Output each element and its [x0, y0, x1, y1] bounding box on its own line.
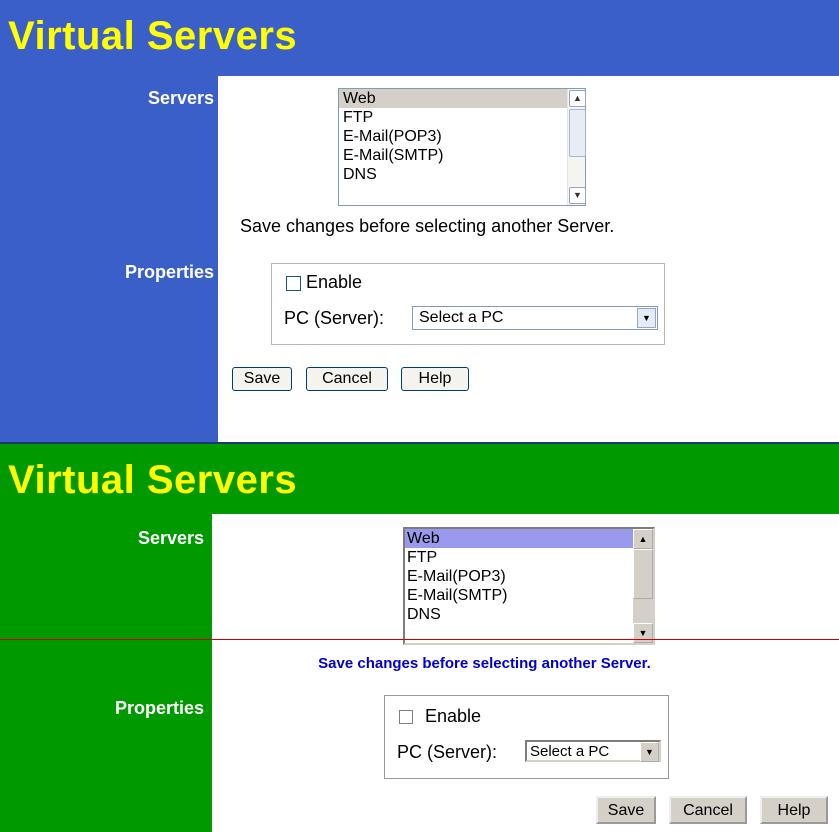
- scroll-down-arrow-icon[interactable]: ▼: [633, 623, 653, 643]
- properties-label: Properties: [114, 698, 204, 718]
- sidebar: Servers Properties: [0, 514, 212, 832]
- dropdown-arrow-icon[interactable]: ▼: [640, 742, 659, 762]
- scroll-down-arrow-icon[interactable]: ▼: [569, 187, 586, 204]
- help-button[interactable]: Help: [401, 367, 469, 391]
- pc-server-label: PC (Server):: [284, 308, 385, 328]
- listbox-scrollbar[interactable]: ▲ ▼: [633, 529, 653, 643]
- save-changes-note: Save changes before selecting another Se…: [318, 655, 651, 672]
- server-item-ftp[interactable]: FTP: [339, 108, 585, 127]
- sidebar: Servers Properties: [0, 76, 218, 444]
- virtual-servers-panel-blue: Virtual Servers Servers Properties Web F…: [0, 0, 839, 444]
- dropdown-arrow-icon[interactable]: ▼: [637, 308, 656, 328]
- pc-select-value: Select a PC: [419, 309, 504, 326]
- pc-server-select[interactable]: Select a PC ▼: [525, 740, 661, 762]
- save-changes-note: Save changes before selecting another Se…: [240, 216, 615, 236]
- scrollbar-thumb[interactable]: [633, 549, 653, 599]
- cancel-button[interactable]: Cancel: [669, 796, 747, 824]
- server-item-dns[interactable]: DNS: [405, 605, 653, 624]
- servers-listbox[interactable]: Web FTP E-Mail(POP3) E-Mail(SMTP) DNS ▲ …: [338, 88, 586, 206]
- virtual-servers-panel-green: Virtual Servers Servers Properties Web F…: [0, 444, 839, 832]
- listbox-scrollbar[interactable]: ▲ ▼: [567, 89, 586, 205]
- cancel-button[interactable]: Cancel: [306, 367, 388, 391]
- header-bar: Virtual Servers: [0, 444, 839, 514]
- properties-fieldset: Enable PC (Server): Select a PC ▼: [271, 263, 665, 345]
- server-item-dns[interactable]: DNS: [339, 165, 585, 184]
- server-item-ftp[interactable]: FTP: [405, 548, 653, 567]
- server-item-pop3[interactable]: E-Mail(POP3): [405, 567, 653, 586]
- page-title: Virtual Servers: [8, 14, 298, 58]
- scroll-up-arrow-icon[interactable]: ▲: [633, 529, 653, 549]
- servers-listbox[interactable]: Web FTP E-Mail(POP3) E-Mail(SMTP) DNS ▲ …: [403, 527, 655, 645]
- scroll-up-arrow-icon[interactable]: ▲: [569, 90, 586, 107]
- help-button[interactable]: Help: [760, 796, 828, 824]
- enable-label: Enable: [425, 706, 482, 726]
- save-button[interactable]: Save: [232, 367, 292, 391]
- server-item-web[interactable]: Web: [405, 529, 653, 548]
- properties-label: Properties: [124, 262, 214, 282]
- pc-server-select[interactable]: Select a PC ▼: [412, 306, 658, 330]
- scrollbar-thumb[interactable]: [569, 109, 586, 157]
- pc-server-label: PC (Server):: [397, 742, 498, 762]
- server-item-smtp[interactable]: E-Mail(SMTP): [339, 146, 585, 165]
- save-button[interactable]: Save: [596, 796, 656, 824]
- page-title: Virtual Servers: [8, 458, 298, 502]
- header-bar: Virtual Servers: [0, 0, 839, 76]
- enable-checkbox[interactable]: [286, 276, 301, 291]
- enable-checkbox[interactable]: [399, 710, 413, 724]
- pc-select-value: Select a PC: [530, 743, 610, 760]
- properties-fieldset: Enable PC (Server): Select a PC ▼: [384, 695, 669, 779]
- red-divider-line: [0, 639, 839, 640]
- servers-label: Servers: [137, 528, 204, 548]
- server-item-smtp[interactable]: E-Mail(SMTP): [405, 586, 653, 605]
- server-item-web[interactable]: Web: [339, 89, 585, 108]
- server-item-pop3[interactable]: E-Mail(POP3): [339, 127, 585, 146]
- enable-label: Enable: [306, 272, 363, 292]
- servers-label: Servers: [147, 88, 214, 108]
